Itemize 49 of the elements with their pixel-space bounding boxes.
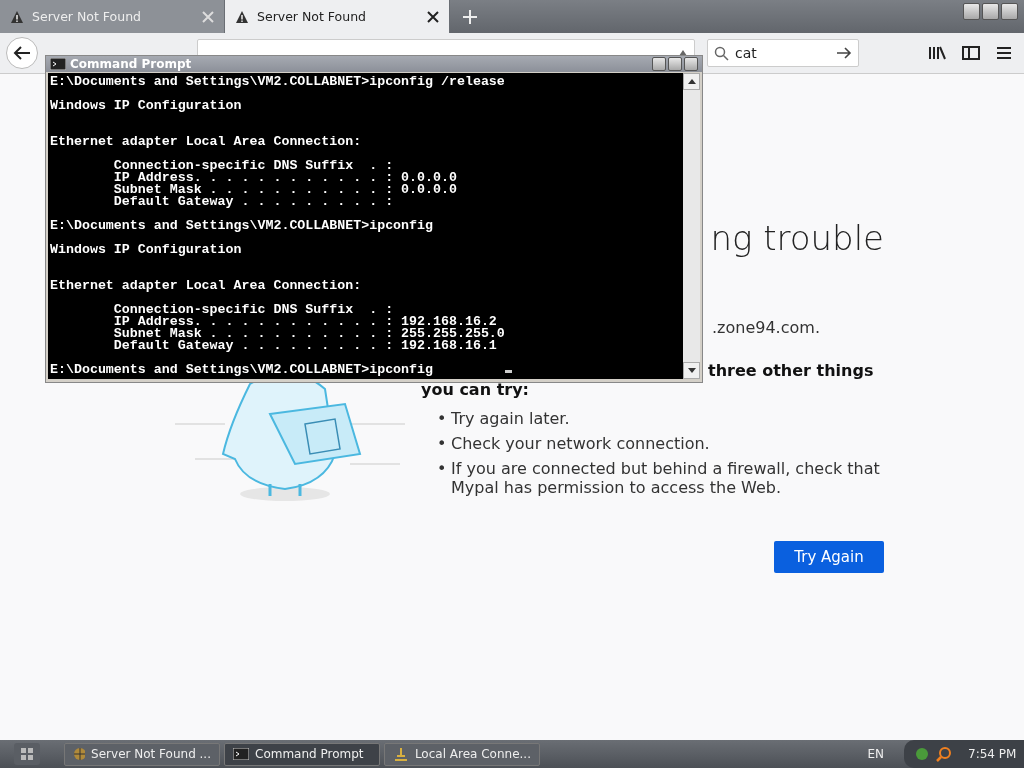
bullet: • [437,409,445,428]
warning-icon [10,9,24,24]
scrollbar[interactable] [683,73,700,379]
search-field[interactable]: cat [707,39,859,67]
scroll-up-icon[interactable] [687,79,696,84]
text-cursor [504,370,512,373]
suggestion-item: Check your network connection. [451,434,710,453]
suggestion-heading: three other things [708,361,875,380]
console-icon [50,58,66,70]
search-tray-icon[interactable] [936,746,952,762]
browser-tab[interactable]: Server Not Found [225,0,450,33]
scroll-down-icon[interactable] [687,368,696,373]
start-button[interactable] [14,743,40,765]
console-output: E:\Documents and Settings\VM2.COLLABNET>ipconfig /release Windows IP Configuration Ethernet adapter Local Area Connection: Connection-specific DNS Suffix . : IP Address. . . . . . . . . . . . : 0.0.0.0 Subnet Mask . . . . . . . . . . . : 0.0.0.0 Default Gateway . . . . . . . . . : E:\Documents and Settings\VM2.COLLABNET>ipconfig Windows IP Configuration Ethernet adapter Local Area Connection: Connection-specific DNS Suffix . : IP Address. . . . . . . . . . . . : 192.168.16.2 Subnet Mask . . . . . . . . . . . : 255.255.255.0 Default Gateway . . . . . . . . . : 192.168.16.1 E:\Documents and Settings\VM2.COLLABNET>ipconfig [50,76,505,376]
minimize-button[interactable] [963,3,980,20]
taskbar-button[interactable]: Server Not Found ... [64,742,220,766]
menu-icon[interactable] [996,45,1012,61]
clock: 7:54 PM [968,747,1017,761]
warning-icon [235,9,249,24]
taskbar-button[interactable]: Command Prompt [224,742,380,766]
taskbar-button[interactable]: Local Area Conne... [384,742,540,766]
close-button[interactable] [684,57,698,71]
suggestion-item: If you are connected but behind a firewall, check that Mypal has permission to access the Web. [451,459,881,497]
search-icon [714,45,729,61]
maximize-button[interactable] [668,57,682,71]
error-heading: ng trouble [710,218,884,258]
bullet: • [437,434,445,453]
network-tray-icon[interactable] [914,746,930,762]
bullet: • [437,459,445,480]
back-button[interactable] [6,37,38,69]
maximize-button[interactable] [982,3,999,20]
suggestion-heading: you can try: [421,380,530,399]
network-icon [393,747,409,761]
grid-icon [21,748,33,760]
library-icon[interactable] [928,45,946,61]
console-icon [233,748,249,760]
globe-icon [73,747,86,761]
sidebar-icon[interactable] [962,45,980,61]
window-title: Command Prompt [70,57,192,71]
arrow-left-icon [13,45,31,61]
suggestion-item: Try again later. [451,409,570,428]
minimize-button[interactable] [652,57,666,71]
go-arrow-icon[interactable] [836,46,852,60]
language-indicator[interactable]: EN [867,747,884,761]
try-again-button[interactable]: Try Again [774,541,884,573]
error-message: .zone94.com. [712,318,821,337]
new-tab-icon[interactable] [462,8,478,25]
close-icon[interactable] [427,10,439,23]
close-button[interactable] [1001,3,1018,20]
